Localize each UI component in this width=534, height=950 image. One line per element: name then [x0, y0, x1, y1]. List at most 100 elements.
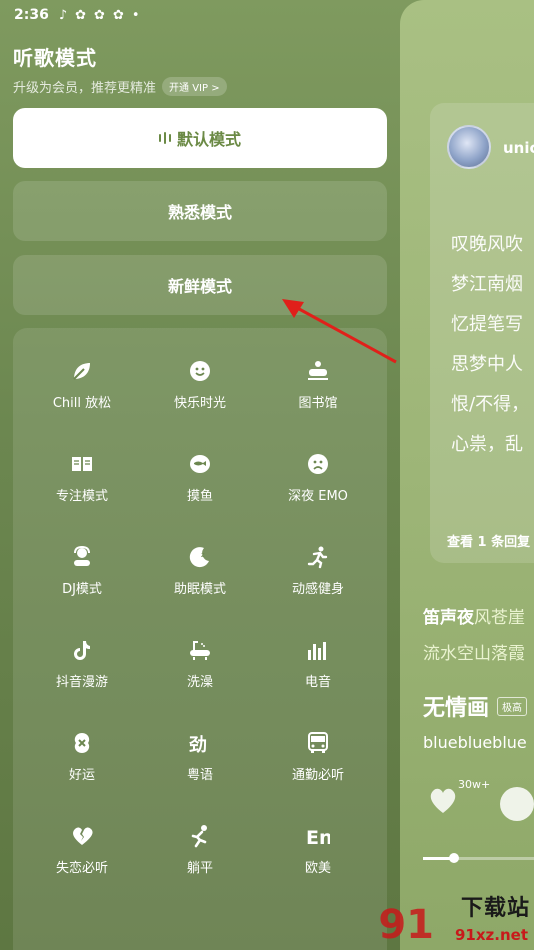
running-icon [305, 544, 331, 570]
scene-item[interactable]: DJ模式 [23, 544, 141, 598]
scene-item[interactable]: 躺平 [141, 823, 259, 877]
scene-item[interactable]: 失恋必听 [23, 823, 141, 877]
comment-line: 心祟，乱 [451, 434, 523, 455]
song-lyrics: 笛声夜风苍崖 流水空山落霞 [423, 600, 525, 672]
comment-line: 忆提笔写 [451, 314, 523, 335]
lyric-sung: 笛声夜 [423, 608, 474, 628]
song-title-text: 无情画 [423, 696, 490, 721]
scene-item[interactable]: 动感健身 [259, 544, 377, 598]
dot-icon: • [131, 7, 140, 23]
watermark-logo: 91 [378, 902, 434, 948]
scene-item[interactable]: En 欧美 [259, 823, 377, 877]
comment-icon[interactable] [500, 787, 534, 821]
scene-label: 动感健身 [291, 582, 344, 597]
app-icon: ✿ [94, 7, 105, 23]
scene-label: 快乐时光 [173, 396, 226, 411]
scene-item[interactable]: 抖音漫游 [23, 637, 141, 691]
player-panel: unic 叹晚风吹 梦江南烟 忆提笔写 思梦中人 恨/不得， 心祟，乱 查看 1… [400, 0, 534, 950]
like-count: 30w+ [458, 778, 491, 791]
watermark: 下载站 91xz.net [424, 890, 534, 950]
vip-hint-text: 升级为会员，推荐更精准 [13, 81, 157, 96]
scene-item[interactable]: 快乐时光 [141, 358, 259, 412]
status-time: 2:36 [14, 7, 49, 23]
lyric-unsung: 风苍崖 [474, 608, 525, 628]
scene-item[interactable]: z 助眠模式 [141, 544, 259, 598]
lyric-line-current: 笛声夜风苍崖 [423, 600, 525, 636]
playback-progress-bar[interactable] [423, 853, 534, 863]
fresh-mode-label: 新鲜模式 [167, 277, 232, 296]
heart-icon[interactable] [426, 783, 460, 817]
scene-label: 专注模式 [55, 489, 108, 504]
quality-badge[interactable]: 极高 [497, 696, 528, 716]
scene-label: 粤语 [186, 768, 213, 783]
english-icon: En [305, 823, 331, 849]
comment-card[interactable]: unic 叹晚风吹 梦江南烟 忆提笔写 思梦中人 恨/不得， 心祟，乱 查看 1… [430, 103, 534, 563]
comment-line: 叹晚风吹 [451, 234, 523, 255]
equalizer-icon [305, 637, 331, 663]
scene-item[interactable]: 劲粤语 [141, 730, 259, 784]
leaf-icon [69, 358, 95, 384]
scene-label: 欧美 [304, 861, 331, 876]
scene-label: 电音 [304, 675, 331, 690]
scene-item[interactable]: 通勤必听 [259, 730, 377, 784]
scene-item[interactable]: 电音 [259, 637, 377, 691]
svg-text:劲: 劲 [189, 735, 207, 755]
vip-hint: 升级为会员，推荐更精准 开通 VIP > [13, 77, 227, 96]
bus-icon [305, 730, 331, 756]
scene-item[interactable]: 深夜 EMO [259, 451, 377, 505]
scene-label: 洗澡 [186, 675, 213, 690]
scene-label: 深夜 EMO [288, 489, 348, 504]
comment-line: 梦江南烟 [451, 274, 523, 295]
tiktok-icon [69, 637, 95, 663]
scene-mode-grid: Chill 放松 快乐时光 图书馆专注模式 摸鱼 深夜 EMO DJ模式 z 助眠模式 动感健身… [13, 328, 387, 950]
song-title[interactable]: 无情画 极高 [423, 690, 528, 722]
scene-grid-inner: Chill 放松 快乐时光 图书馆专注模式 摸鱼 深夜 EMO DJ模式 z 助眠模式 动感健身… [23, 358, 377, 877]
open-vip-button[interactable]: 开通 VIP > [162, 77, 227, 96]
screen: 2:36 ♪ ✿ ✿ ✿ • 听歌模式 升级为会员，推荐更精准 开通 VIP >… [0, 0, 534, 950]
scene-item[interactable]: 洗澡 [141, 637, 259, 691]
bathtub-icon [187, 637, 213, 663]
page-title: 听歌模式 [13, 46, 97, 70]
cantonese-icon: 劲 [187, 730, 213, 756]
view-replies-link[interactable]: 查看 1 条回复 [447, 531, 530, 550]
playing-bars-icon [158, 132, 171, 144]
scene-label: 好运 [68, 768, 95, 783]
app-icon: ✿ [112, 7, 124, 23]
scene-label: 通勤必听 [291, 768, 344, 783]
watermark-url: 91xz.net [454, 926, 528, 944]
svg-text:En: En [306, 827, 330, 848]
scene-label: 抖音漫游 [55, 675, 108, 690]
familiar-mode-button[interactable]: 熟悉模式 [13, 181, 387, 241]
status-app-icons: ♪ ✿ ✿ ✿ • [59, 8, 140, 23]
artist-name[interactable]: blueblueblue [423, 733, 527, 752]
app-icon: ✿ [75, 7, 87, 23]
scene-item[interactable]: 专注模式 [23, 451, 141, 505]
fish-icon [187, 451, 213, 477]
music-note-icon: ♪ [58, 7, 68, 23]
lying-icon [187, 823, 213, 849]
lyric-line-next: 流水空山落霞 [423, 644, 525, 664]
scene-item[interactable]: Chill 放松 [23, 358, 141, 412]
scene-item[interactable]: 图书馆 [259, 358, 377, 412]
listening-mode-panel: 听歌模式 升级为会员，推荐更精准 开通 VIP > 默认模式 熟悉模式 新鲜模式… [0, 30, 400, 950]
avatar[interactable] [447, 125, 491, 169]
comment-line: 思梦中人 [451, 354, 523, 375]
watermark-text: 下载站 [460, 896, 530, 921]
scene-label: 助眠模式 [173, 582, 226, 597]
annotation-arrow [282, 299, 397, 364]
scene-label: DJ模式 [62, 582, 102, 597]
book-icon [69, 451, 95, 477]
progress-handle[interactable] [449, 853, 460, 863]
scene-label: 图书馆 [298, 396, 338, 411]
luck-icon [69, 730, 95, 756]
comment-user-name[interactable]: unic [503, 139, 534, 157]
scene-item[interactable]: 好运 [23, 730, 141, 784]
comment-line: 恨/不得， [451, 394, 530, 415]
scene-item[interactable]: 摸鱼 [141, 451, 259, 505]
broken-heart-icon [69, 823, 95, 849]
smile-icon [187, 358, 213, 384]
comment-text: 叹晚风吹 梦江南烟 忆提笔写 思梦中人 恨/不得， 心祟，乱 [451, 225, 529, 465]
default-mode-label: 默认模式 [176, 130, 241, 149]
moon-icon: z [187, 544, 213, 570]
default-mode-button[interactable]: 默认模式 [13, 108, 387, 168]
